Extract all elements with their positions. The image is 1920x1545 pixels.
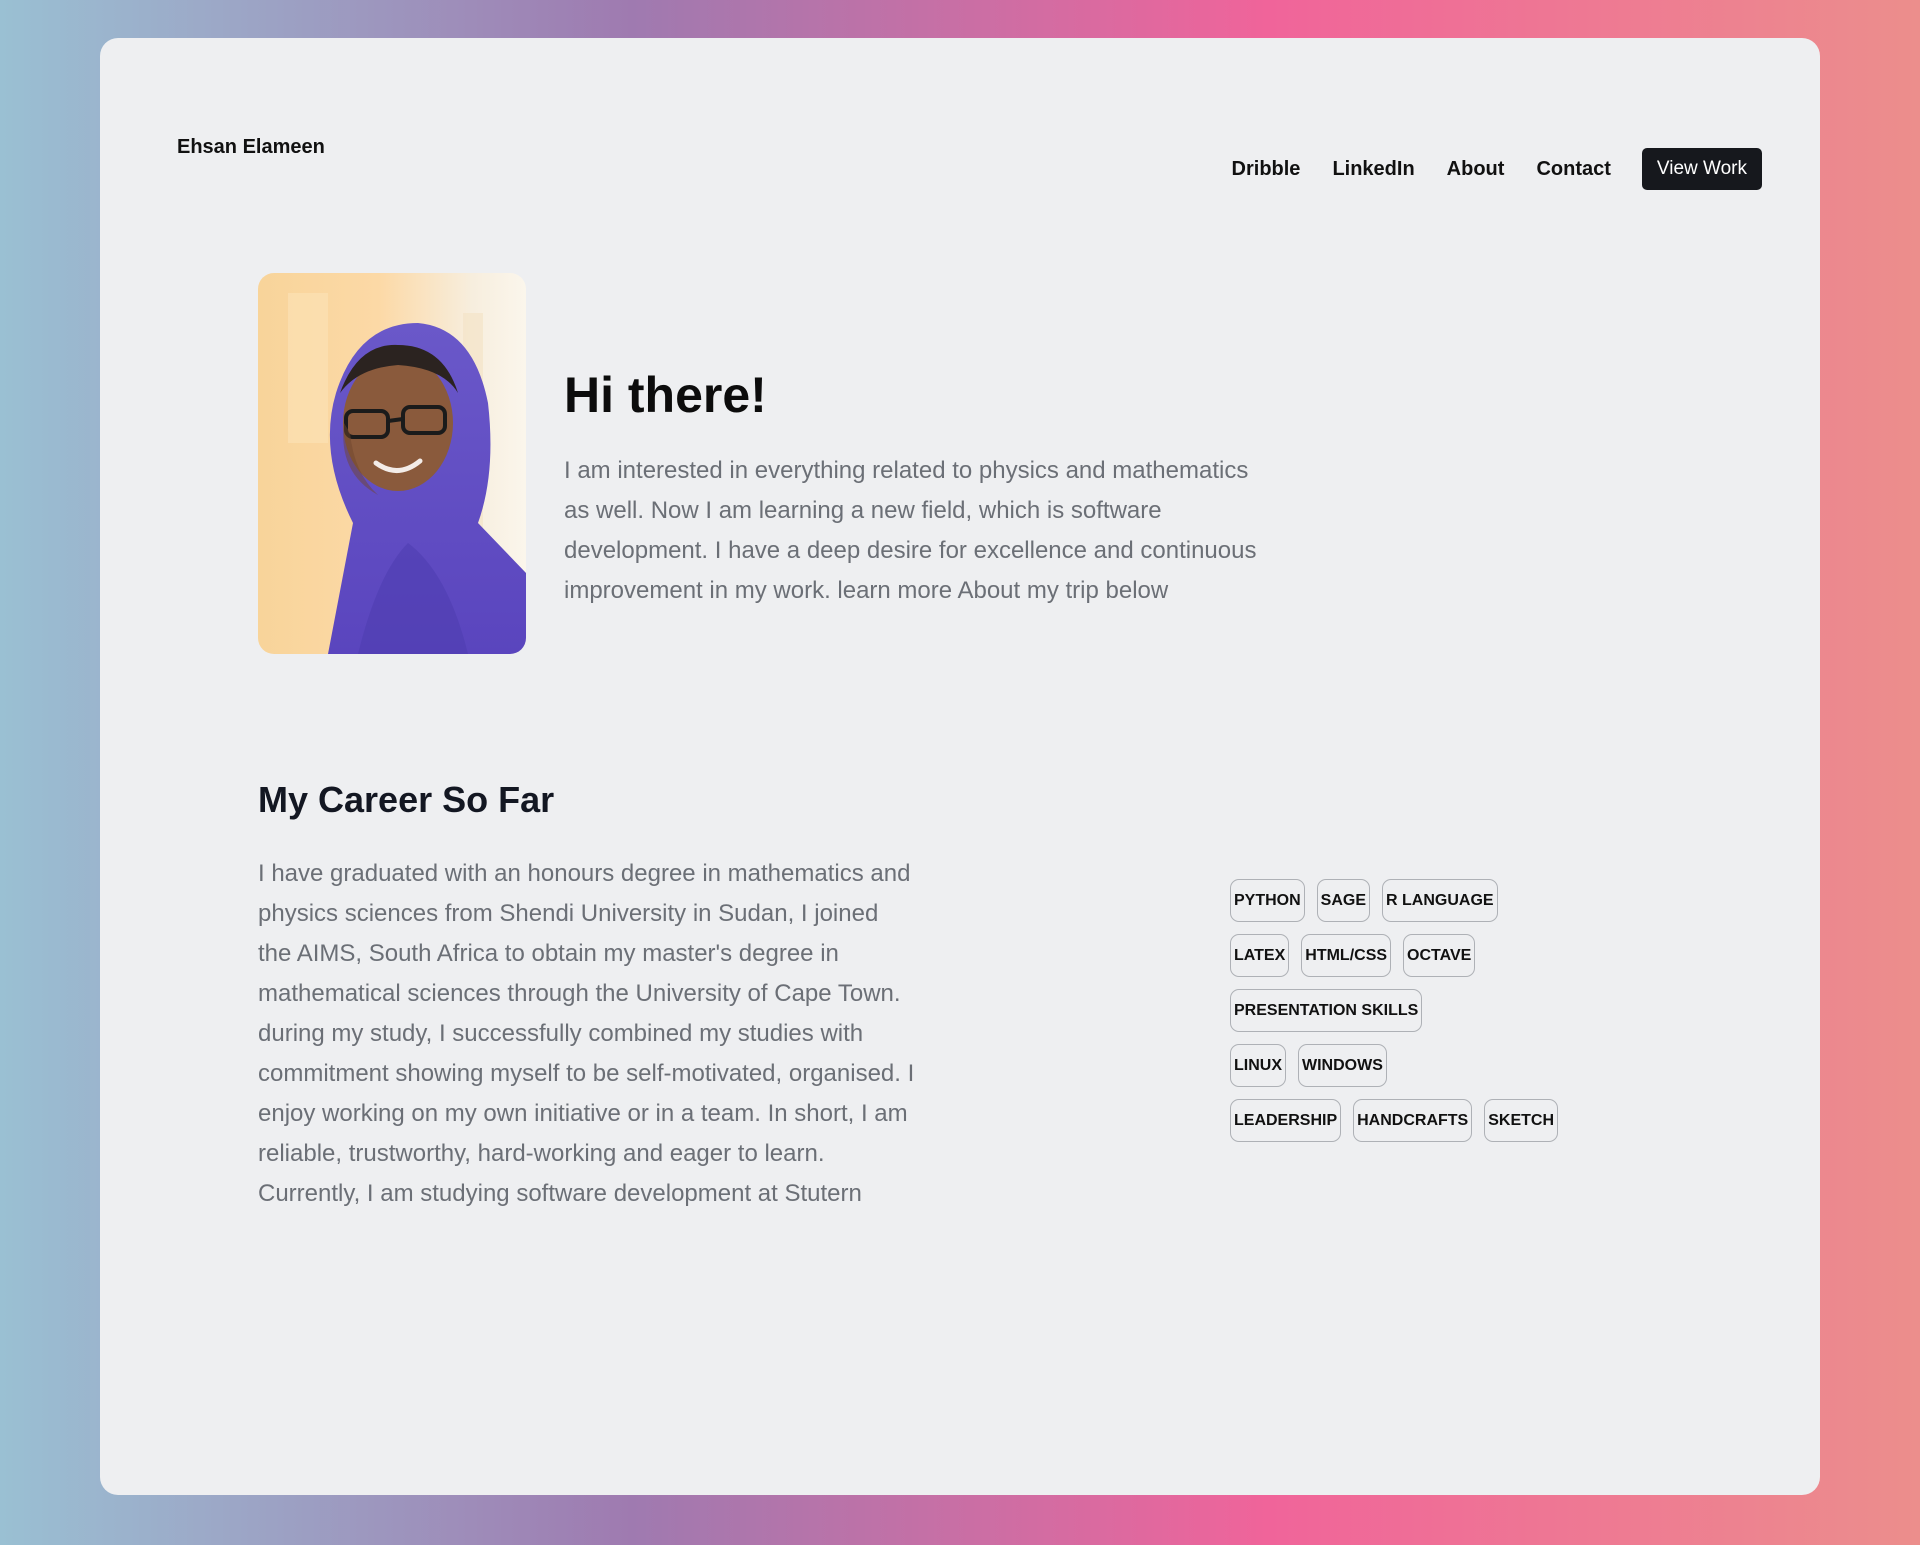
page-card: Ehsan Elameen Dribble LinkedIn About Con… [100,38,1820,1495]
skills-row: PYTHON SAGE R LANGUAGE [1230,879,1570,922]
skill-tag-python: PYTHON [1230,879,1305,922]
skill-tag-leadership: LEADERSHIP [1230,1099,1342,1142]
hero-title: Hi there! [564,367,767,423]
skill-tag-linux: LINUX [1230,1044,1286,1087]
skill-tag-r-language: R LANGUAGE [1382,879,1498,922]
skill-tag-latex: LATEX [1230,934,1290,977]
main-nav: Dribble LinkedIn About Contact View Work [1200,148,1762,190]
skill-tag-html-css: HTML/CSS [1301,934,1392,977]
skill-tag-windows: WINDOWS [1298,1044,1387,1087]
skills-row: LINUX WINDOWS [1230,1044,1570,1087]
skills-row: PRESENTATION SKILLS [1230,989,1570,1032]
profile-photo [258,273,526,654]
skill-tag-sketch: SKETCH [1484,1099,1559,1142]
nav-link-dribble[interactable]: Dribble [1232,158,1301,181]
skills-row: LATEX HTML/CSS OCTAVE [1230,934,1570,977]
skill-tag-octave: OCTAVE [1403,934,1476,977]
hero-description: I am interested in everything related to… [564,457,1257,604]
brand-name[interactable]: Ehsan Elameen [177,136,325,159]
view-work-button[interactable]: View Work [1641,148,1762,190]
nav-link-contact[interactable]: Contact [1536,158,1610,181]
skill-tag-sage: SAGE [1316,879,1371,922]
nav-link-linkedin[interactable]: LinkedIn [1332,158,1414,181]
skill-tag-handcrafts: HANDCRAFTS [1353,1099,1473,1142]
skills-list: PYTHON SAGE R LANGUAGE LATEX HTML/CSS OC… [1230,879,1570,1154]
career-description: I have graduated with an honours degree … [258,860,915,1207]
skill-tag-presentation-skills: PRESENTATION SKILLS [1230,989,1423,1032]
career-title: My Career So Far [258,779,555,820]
nav-link-about[interactable]: About [1447,158,1505,181]
skills-row: LEADERSHIP HANDCRAFTS SKETCH [1230,1099,1570,1142]
